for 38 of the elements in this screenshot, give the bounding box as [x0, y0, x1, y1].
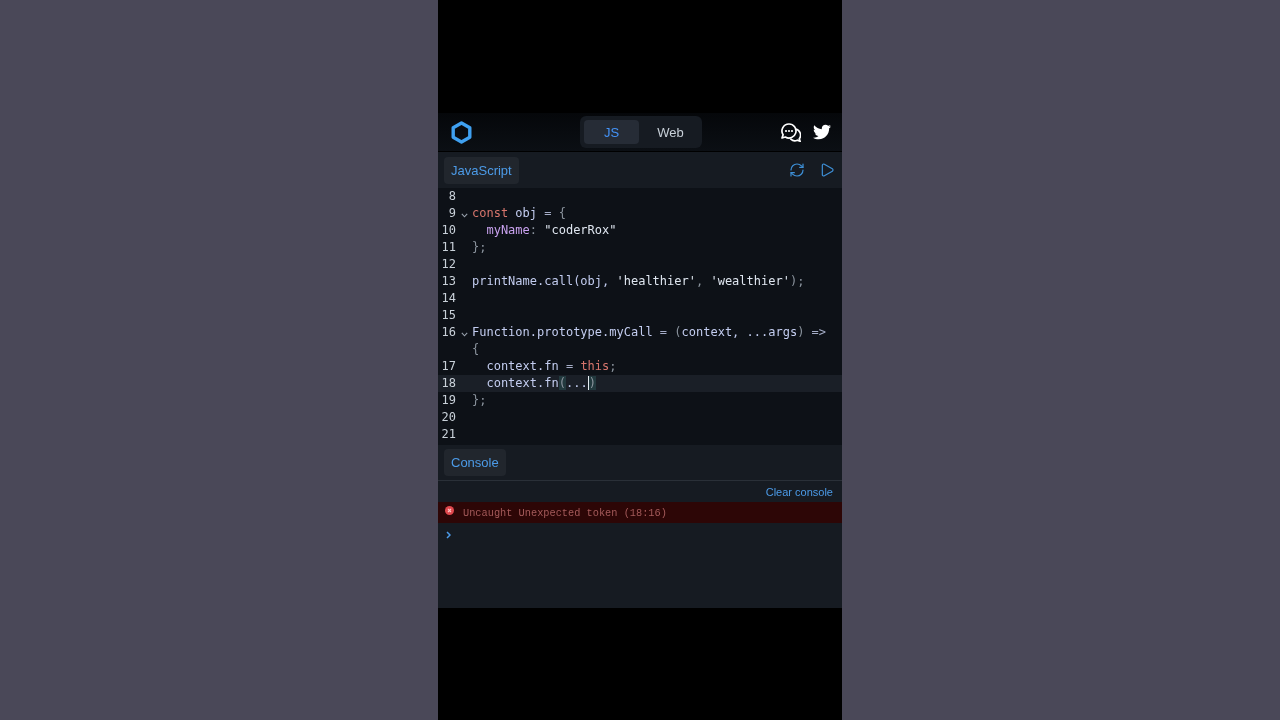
chevron-down-icon[interactable]: [460, 212, 468, 218]
mode-tab[interactable]: Web: [643, 120, 698, 144]
play-icon[interactable]: [819, 162, 835, 178]
error-text: Uncaught Unexpected token (18:16): [463, 506, 667, 519]
line-number: 15: [440, 307, 456, 324]
line-number: 9: [447, 205, 456, 222]
code-line: myName: "coderRox": [485, 222, 617, 239]
line-number: 18: [440, 375, 456, 392]
line-number: 16: [440, 324, 456, 341]
line-number: 14: [440, 290, 456, 307]
editor-tab[interactable]: JavaScript: [444, 156, 519, 184]
line-number: 19: [440, 392, 456, 409]
code-line: };: [472, 392, 487, 409]
line-number: 12: [440, 256, 456, 273]
clear-console-link[interactable]: Clear console: [765, 485, 833, 498]
line-number: 10: [440, 222, 456, 239]
chat-bubbles-icon[interactable]: [781, 122, 801, 142]
error-icon: [445, 506, 454, 515]
code-line: const obj = {: [472, 205, 566, 222]
bird-icon[interactable]: [813, 123, 831, 141]
text-cursor: [587, 376, 589, 390]
chevron-right-icon: [446, 531, 451, 539]
mode-tab[interactable]: JS: [584, 120, 639, 144]
code-line: context.fn(...): [485, 375, 596, 392]
code-line: Function.prototype.myCall = (context, ...args) => {: [472, 324, 827, 358]
console-tab[interactable]: Console: [444, 449, 506, 476]
code-line: printName.call(obj, 'healthier', 'wealthier');: [472, 273, 805, 290]
line-number: 21: [440, 426, 456, 443]
line-number: 11: [440, 239, 456, 256]
line-number: 20: [440, 409, 456, 426]
line-number: 17: [440, 358, 456, 375]
line-number: 8: [447, 188, 456, 205]
code-line: };: [472, 239, 487, 256]
code-line: context.fn = this;: [485, 358, 617, 375]
line-number: 13: [440, 273, 456, 290]
hexagon-logo: [451, 120, 472, 144]
chevron-down-icon[interactable]: [460, 331, 468, 337]
refresh-icon[interactable]: [789, 162, 805, 178]
